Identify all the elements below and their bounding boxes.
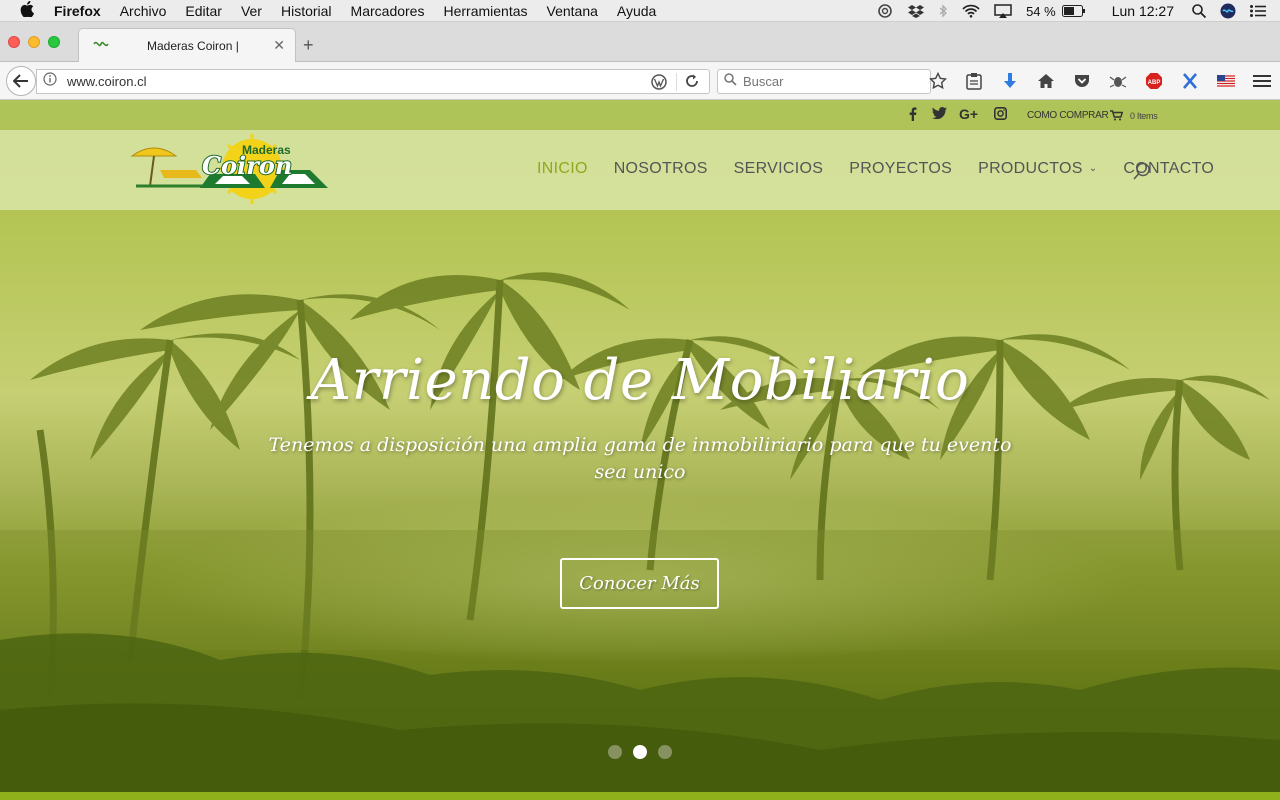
- reload-icon[interactable]: [685, 74, 699, 93]
- battery-icon[interactable]: [1061, 5, 1086, 17]
- logo-coiron-text: Coiron: [202, 151, 292, 180]
- creative-cloud-icon[interactable]: [876, 4, 894, 18]
- notification-center-icon[interactable]: [1250, 5, 1266, 17]
- nav-productos[interactable]: PRODUCTOS ⌄: [978, 160, 1097, 178]
- urlbar-divider: [676, 73, 677, 91]
- adblock-plus-icon[interactable]: ABP: [1136, 72, 1172, 90]
- window-minimize-button[interactable]: [28, 36, 40, 48]
- menu-app-name[interactable]: Firefox: [54, 3, 101, 19]
- site-favicon-icon: [93, 37, 111, 55]
- extension-bug-icon[interactable]: [1100, 73, 1136, 89]
- nav-proyectos[interactable]: PROYECTOS: [849, 160, 952, 178]
- apple-icon[interactable]: [20, 0, 38, 20]
- downloads-icon[interactable]: [992, 72, 1028, 90]
- maderas-coiron-logo[interactable]: Maderas Coiron: [130, 134, 330, 204]
- search-input[interactable]: [743, 74, 923, 89]
- conocer-mas-button[interactable]: Conocer Más: [560, 558, 719, 609]
- window-close-button[interactable]: [8, 36, 20, 48]
- bottom-accent-bar: [0, 792, 1280, 800]
- macos-menubar: Firefox Archivo Editar Ver Historial Mar…: [0, 0, 1280, 22]
- nav-nosotros[interactable]: NOSOTROS: [614, 160, 708, 178]
- svg-text:ABP: ABP: [1148, 80, 1161, 86]
- clock[interactable]: Lun 12:27: [1112, 3, 1174, 19]
- search-bar[interactable]: [717, 69, 931, 94]
- browser-tabbar: Maderas Coiron | ✕ +: [0, 22, 1280, 62]
- airplay-icon[interactable]: [994, 4, 1012, 18]
- wordpress-icon[interactable]: [651, 74, 667, 95]
- hamburger-menu-icon[interactable]: [1244, 74, 1280, 88]
- bookmark-star-icon[interactable]: [920, 72, 956, 90]
- menu-marcadores[interactable]: Marcadores: [351, 3, 425, 19]
- menu-historial[interactable]: Historial: [281, 3, 332, 19]
- wifi-icon[interactable]: [962, 4, 980, 18]
- nav-servicios[interactable]: SERVICIOS: [734, 160, 824, 178]
- site-info-icon[interactable]: [43, 72, 59, 91]
- spotlight-icon[interactable]: [1192, 4, 1206, 18]
- menu-editar[interactable]: Editar: [185, 3, 222, 19]
- browser-navbar: www.coiron.cl Buscar ABP: [0, 62, 1280, 100]
- slider-dot-3[interactable]: [658, 745, 672, 759]
- menu-herramientas[interactable]: Herramientas: [443, 3, 527, 19]
- url-text[interactable]: www.coiron.cl: [67, 74, 146, 89]
- menu-ayuda[interactable]: Ayuda: [617, 3, 656, 19]
- pocket-icon[interactable]: [1064, 73, 1100, 89]
- slider-pagination: [608, 745, 683, 759]
- dropbox-icon[interactable]: [908, 4, 925, 18]
- browser-tab-active[interactable]: Maderas Coiron | ✕: [78, 28, 296, 62]
- como-comprar-link[interactable]: COMO COMPRAR: [1027, 110, 1109, 121]
- bluetooth-icon[interactable]: [938, 4, 948, 18]
- site-header: Maderas Coiron INICIO NOSOTROS SERVICIOS…: [0, 130, 1280, 210]
- new-tab-button[interactable]: +: [303, 36, 314, 54]
- site-search-icon[interactable]: [1133, 162, 1151, 185]
- chevron-down-icon: ⌄: [1088, 163, 1098, 175]
- hero-title: Arriendo de Mobiliario: [310, 348, 970, 413]
- x-extension-icon[interactable]: [1172, 73, 1208, 89]
- toolbar-icons: ABP: [920, 68, 1280, 94]
- tab-title: Maderas Coiron |: [147, 38, 239, 53]
- cart-icon[interactable]: [1110, 108, 1124, 126]
- slider-dot-2-active[interactable]: [633, 745, 647, 759]
- nav-productos-label: PRODUCTOS: [978, 160, 1083, 177]
- nav-inicio[interactable]: INICIO: [537, 160, 588, 178]
- menu-ver[interactable]: Ver: [241, 3, 262, 19]
- instagram-icon[interactable]: [994, 107, 1007, 120]
- reading-list-icon[interactable]: [956, 72, 992, 90]
- facebook-icon[interactable]: [909, 107, 917, 121]
- siri-icon[interactable]: [1220, 3, 1236, 19]
- cart-items-count[interactable]: 0 Items: [1130, 111, 1158, 121]
- us-flag-icon[interactable]: [1208, 75, 1244, 87]
- slider-dot-1[interactable]: [608, 745, 622, 759]
- twitter-icon[interactable]: [932, 107, 947, 119]
- battery-percent[interactable]: 54 %: [1026, 4, 1056, 19]
- search-icon: [724, 72, 737, 91]
- back-button[interactable]: [6, 66, 36, 96]
- home-icon[interactable]: [1028, 73, 1064, 89]
- google-plus-icon[interactable]: G+: [959, 106, 978, 122]
- url-bar[interactable]: www.coiron.cl: [36, 69, 710, 94]
- back-arrow-icon: [13, 74, 28, 88]
- menu-archivo[interactable]: Archivo: [120, 3, 167, 19]
- hero-subtitle: Tenemos a disposición una amplia gama de…: [268, 434, 1012, 483]
- website-viewport: G+ COMO COMPRAR 0 Items Maderas Coiron I…: [0, 100, 1280, 800]
- menu-ventana[interactable]: Ventana: [547, 3, 598, 19]
- top-utility-bar: G+ COMO COMPRAR 0 Items: [0, 100, 1280, 130]
- window-zoom-button[interactable]: [48, 36, 60, 48]
- tab-close-icon[interactable]: ✕: [273, 37, 285, 54]
